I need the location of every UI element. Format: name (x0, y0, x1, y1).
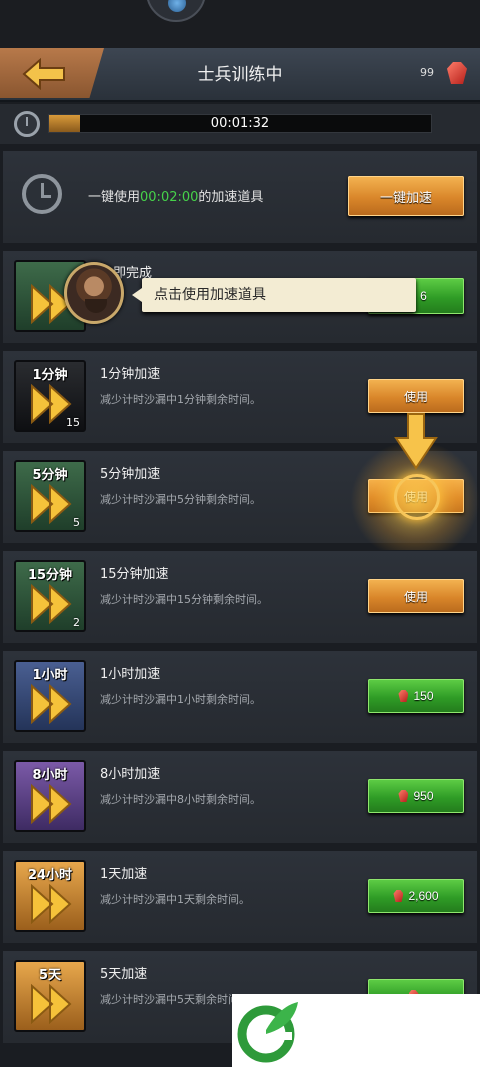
item-badge: 1小时 (32, 668, 68, 683)
item-title: 8小时加速 (100, 767, 161, 782)
item-title: 1小时加速 (100, 667, 161, 682)
item-badge: 5天 (38, 968, 62, 983)
one-click-suffix: 的加速道具 (198, 190, 264, 205)
watermark-logo (237, 1002, 298, 1063)
item-badge: 15分钟 (27, 568, 73, 583)
gem-icon (398, 790, 409, 802)
item-badge: 8小时 (32, 768, 68, 783)
fast-forward-icon (31, 684, 72, 724)
item-description: 减少计时沙漏中8小时剩余时间。 (100, 793, 261, 806)
use-button[interactable]: 使用 (368, 379, 464, 413)
item-title: 15分钟加速 (100, 567, 169, 582)
buy-and-use-button[interactable]: 2,600 (368, 879, 464, 913)
gem-count: 99 (420, 66, 434, 79)
item-count: 5 (73, 516, 80, 529)
top-strip (0, 0, 480, 48)
item-count: 15 (66, 416, 80, 429)
item-description: 减少计时沙漏中15分钟剩余时间。 (100, 593, 268, 606)
fast-forward-icon (31, 484, 72, 524)
speedup-item-icon: 24小时 (14, 860, 86, 932)
speedup-item-icon: 1小时 (14, 660, 86, 732)
item-description: 减少计时沙漏中1分钟剩余时间。 (100, 393, 261, 406)
fast-forward-icon (31, 784, 72, 824)
one-click-text: 一键使用00:02:00的加速道具 (88, 186, 263, 205)
fast-forward-icon (31, 584, 72, 624)
speedup-item-icon: 15分钟 2 (14, 560, 86, 632)
item-description: 减少计时沙漏中1天剩余时间。 (100, 893, 250, 906)
arrow-down-icon (394, 413, 438, 470)
buy-and-use-button[interactable]: 150 (368, 679, 464, 713)
item-badge: 1分钟 (32, 368, 68, 383)
item-title: 1分钟加速 (100, 367, 161, 382)
one-click-prefix: 一键使用 (88, 190, 141, 205)
training-progress-bar: 00:01:32 (48, 114, 432, 133)
one-click-speedup-button[interactable]: 一键加速 (348, 176, 464, 216)
page-title: 士兵训练中 (197, 65, 283, 85)
tutorial-tooltip: 点击使用加速道具 (132, 278, 416, 312)
gem-icon (393, 890, 404, 902)
one-click-time: 00:02:00 (140, 190, 199, 205)
buy-and-use-button[interactable]: 950 (368, 779, 464, 813)
item-description: 减少计时沙漏中5天剩余时间。 (100, 993, 250, 1006)
fast-forward-icon (31, 984, 72, 1024)
use-button[interactable]: 使用 (368, 579, 464, 613)
item-badge: 5分钟 (32, 468, 68, 483)
hero-portrait-avatar (64, 262, 124, 324)
speedup-item-icon: 5分钟 5 (14, 460, 86, 532)
gem-price: 150 (413, 689, 434, 703)
item-title: 5天加速 (100, 967, 148, 982)
clock-icon (22, 174, 62, 214)
speedup-item-icon: 1分钟 15 (14, 360, 86, 432)
item-description: 减少计时沙漏中5分钟剩余时间。 (100, 493, 261, 506)
gem-icon (398, 690, 409, 702)
speedup-item-icon: 8小时 (14, 760, 86, 832)
gem-price: 950 (413, 789, 434, 803)
clock-icon (14, 111, 40, 137)
time-left: 00:01:32 (210, 116, 270, 131)
fast-forward-icon (31, 884, 72, 924)
item-title: 1天加速 (100, 867, 148, 882)
item-badge: 24小时 (27, 868, 73, 883)
highlight-ring (394, 474, 440, 520)
item-description: 减少计时沙漏中1小时剩余时间。 (100, 693, 261, 706)
gem-price: 2,600 (408, 889, 439, 903)
item-title: 5分钟加速 (100, 467, 161, 482)
speedup-item-icon: 5天 (14, 960, 86, 1032)
item-count: 2 (73, 616, 80, 629)
instant-cost: 6 (420, 289, 427, 303)
